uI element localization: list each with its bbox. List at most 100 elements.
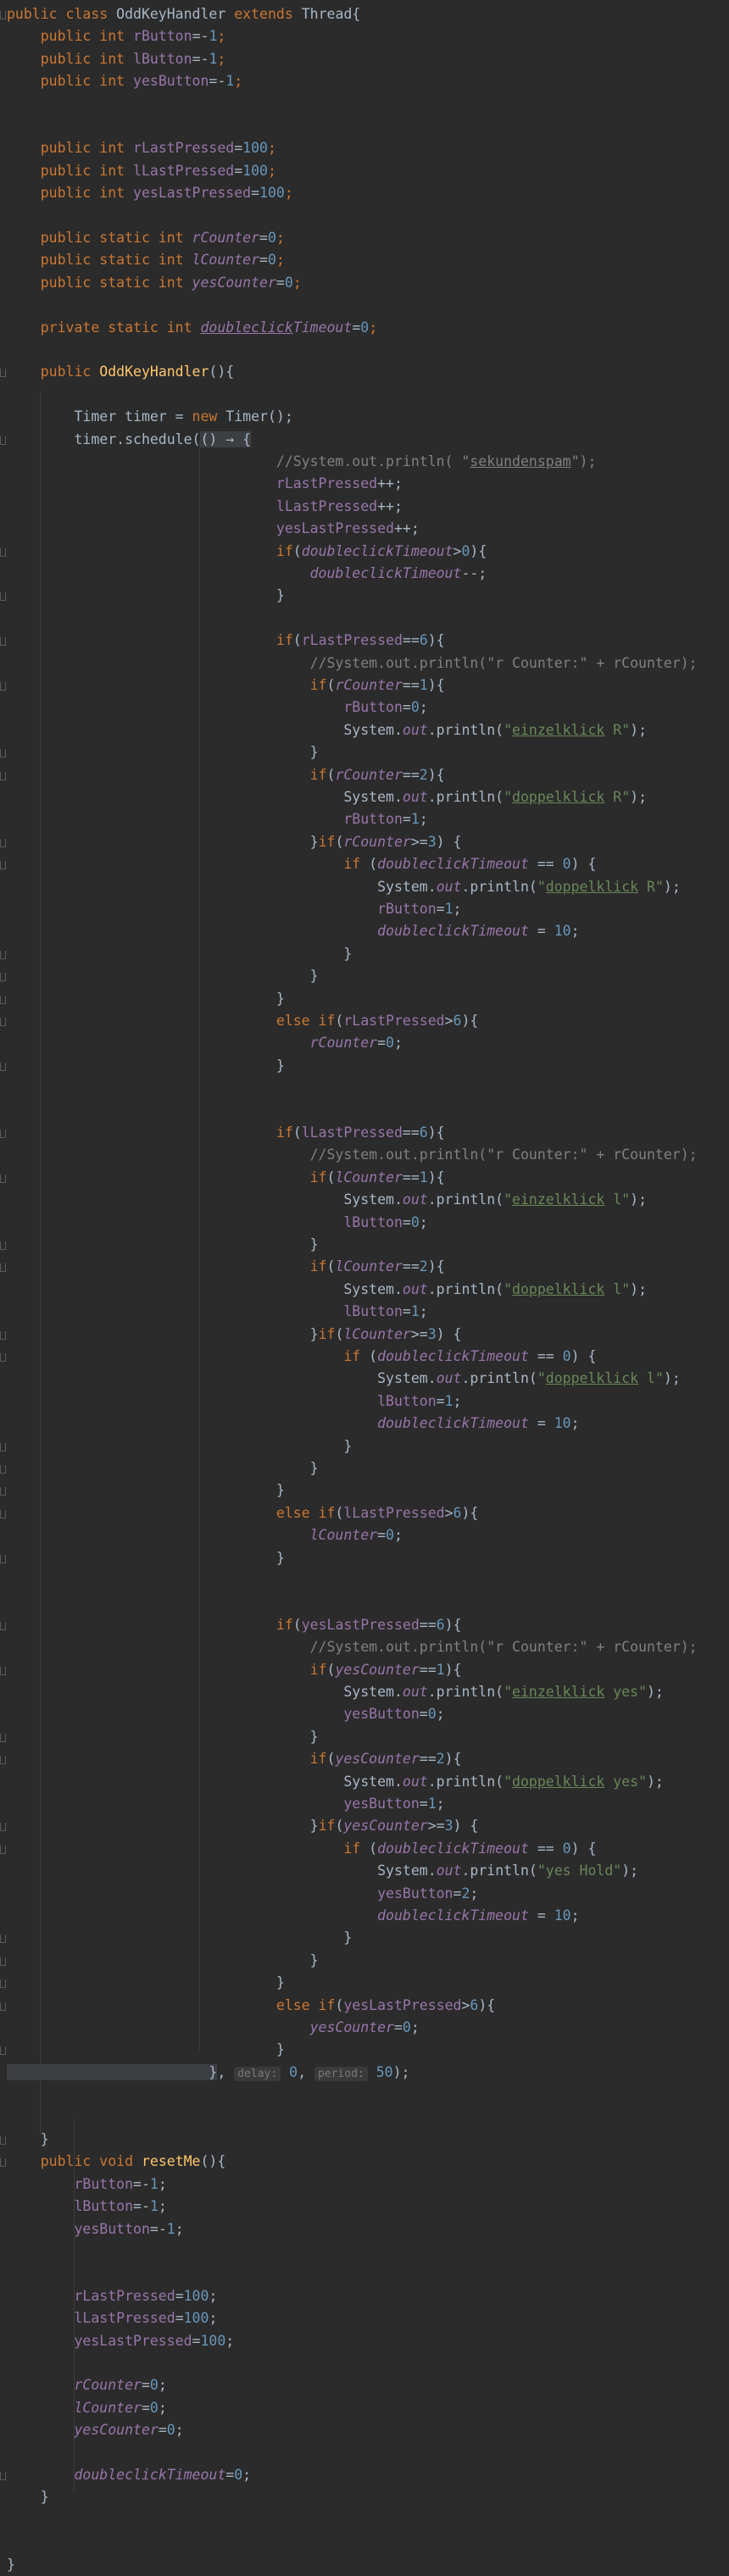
code-line[interactable]: } <box>7 1547 285 1569</box>
code-line[interactable]: lButton=1; <box>7 1391 461 1413</box>
fold-marker-icon[interactable] <box>0 861 6 870</box>
code-line[interactable]: if(rCounter==1){ <box>7 675 445 697</box>
fold-marker-icon[interactable] <box>0 1509 6 1518</box>
code-line[interactable]: } <box>7 943 352 965</box>
code-line[interactable]: public int rButton=-1; <box>7 25 226 47</box>
code-line[interactable]: lButton=1; <box>7 1301 427 1323</box>
code-line[interactable]: public int lLastPressed=100; <box>7 160 276 182</box>
code-line[interactable]: } <box>7 1234 319 1256</box>
fold-marker-icon[interactable] <box>0 369 6 378</box>
code-line[interactable]: Timer timer = new Timer(); <box>7 406 292 428</box>
code-line[interactable]: else if(lLastPressed>6){ <box>7 1502 478 1524</box>
code-line[interactable]: //System.out.println("r Counter:" + rCou… <box>7 1636 698 1658</box>
fold-marker-icon[interactable] <box>0 838 6 847</box>
code-line[interactable]: public static int rCounter=0; <box>7 227 285 249</box>
code-line[interactable]: }if(yesCounter>=3) { <box>7 1815 479 1837</box>
fold-marker-icon[interactable] <box>0 1823 6 1832</box>
code-line[interactable]: lLastPressed=100; <box>7 2307 217 2329</box>
code-line[interactable]: if (doubleclickTimeout == 0) { <box>7 1346 596 1368</box>
code-line[interactable]: } <box>7 1726 319 1748</box>
code-line[interactable]: rLastPressed++; <box>7 473 403 495</box>
code-line[interactable]: yesLastPressed=100; <box>7 2330 234 2352</box>
code-line[interactable]: timer.schedule(() → { <box>7 429 252 451</box>
fold-marker-icon[interactable] <box>0 1062 6 1071</box>
code-line[interactable]: yesCounter=0; <box>7 2419 183 2441</box>
code-line[interactable]: //System.out.println("r Counter:" + rCou… <box>7 652 698 675</box>
fold-marker-icon[interactable] <box>0 749 6 758</box>
code-line[interactable]: rCounter=0; <box>7 1032 403 1054</box>
code-line[interactable]: if(rLastPressed==6){ <box>7 630 445 652</box>
code-line[interactable]: } <box>7 2486 49 2508</box>
code-line[interactable]: yesButton=1; <box>7 1793 444 1815</box>
fold-marker-icon[interactable] <box>0 1353 6 1362</box>
code-line[interactable]: doubleclickTimeout = 10; <box>7 1905 579 1927</box>
code-line[interactable]: rCounter=0; <box>7 2374 166 2396</box>
code-line[interactable]: if(lCounter==1){ <box>7 1167 445 1189</box>
code-line[interactable]: public int yesButton=-1; <box>7 70 242 92</box>
code-line[interactable]: if(rCounter==2){ <box>7 764 445 786</box>
fold-marker-icon[interactable] <box>0 1263 6 1273</box>
fold-marker-icon[interactable] <box>0 547 6 557</box>
code-line[interactable]: lLastPressed++; <box>7 496 403 518</box>
code-line[interactable]: } <box>7 1950 319 1972</box>
code-line[interactable]: System.out.println("einzelklick yes"); <box>7 1681 664 1703</box>
code-line[interactable]: doubleclickTimeout--; <box>7 563 487 585</box>
code-line[interactable]: if(yesLastPressed==6){ <box>7 1614 462 1636</box>
code-line[interactable]: else if(rLastPressed>6){ <box>7 1010 478 1032</box>
code-line[interactable]: public OddKeyHandler(){ <box>7 361 235 383</box>
fold-marker-icon[interactable] <box>0 1756 6 1765</box>
code-line[interactable]: } <box>7 1435 352 1457</box>
code-line[interactable]: public int rLastPressed=100; <box>7 137 276 159</box>
code-line[interactable]: System.out.println("doppelklick yes"); <box>7 1771 664 1793</box>
code-line[interactable]: public static int yesCounter=0; <box>7 272 302 294</box>
code-line[interactable]: private static int doubleclickTimeout=0; <box>7 317 377 339</box>
code-line[interactable]: rButton=-1; <box>7 2174 166 2196</box>
fold-marker-icon[interactable] <box>0 1241 6 1250</box>
fold-marker-icon[interactable] <box>0 950 6 959</box>
code-line[interactable]: } <box>7 1480 285 1502</box>
fold-marker-icon[interactable] <box>0 1442 6 1452</box>
code-line[interactable]: rButton=0; <box>7 697 427 719</box>
fold-marker-icon[interactable] <box>0 2158 6 2168</box>
code-line[interactable]: lButton=0; <box>7 1212 427 1234</box>
fold-marker-icon[interactable] <box>0 771 6 780</box>
code-line[interactable]: } <box>7 1055 285 1077</box>
fold-marker-icon[interactable] <box>0 1935 6 1944</box>
code-line[interactable]: yesCounter=0; <box>7 2017 420 2039</box>
code-line[interactable]: }, delay: 0, period: 50); <box>7 2062 409 2084</box>
fold-marker-icon[interactable] <box>0 973 6 982</box>
code-line[interactable]: yesLastPressed++; <box>7 518 420 540</box>
fold-marker-icon[interactable] <box>0 1666 6 1675</box>
code-line[interactable]: lButton=-1; <box>7 2196 166 2218</box>
code-line[interactable]: System.out.println("doppelklick R"); <box>7 876 681 898</box>
code-line[interactable]: if(doubleclickTimeout>0){ <box>7 541 487 563</box>
fold-marker-icon[interactable] <box>0 1957 6 1966</box>
code-editor[interactable]: public class OddKeyHandler extends Threa… <box>0 0 729 2573</box>
code-line[interactable]: } <box>7 585 285 607</box>
fold-marker-icon[interactable] <box>0 1130 6 1138</box>
code-line[interactable]: public class OddKeyHandler extends Threa… <box>7 3 360 25</box>
fold-marker-icon[interactable] <box>0 2136 6 2145</box>
fold-marker-icon[interactable] <box>0 995 6 1004</box>
code-line[interactable]: }if(rCounter>=3) { <box>7 831 462 853</box>
fold-marker-icon[interactable] <box>0 592 6 602</box>
code-line[interactable]: if(yesCounter==1){ <box>7 1659 462 1681</box>
code-line[interactable]: yesButton=2; <box>7 1883 478 1905</box>
code-line[interactable]: //System.out.println( "sekundenspam"); <box>7 451 597 473</box>
code-line[interactable]: yesButton=-1; <box>7 2218 183 2240</box>
fold-marker-icon[interactable] <box>0 2001 6 2011</box>
code-line[interactable]: } <box>7 741 319 763</box>
fold-marker-icon[interactable] <box>0 436 6 445</box>
code-line[interactable]: System.out.println("yes Hold"); <box>7 1860 638 1882</box>
code-line[interactable]: System.out.println("doppelklick l"); <box>7 1368 681 1390</box>
fold-marker-icon[interactable] <box>0 1465 6 1474</box>
code-line[interactable]: rButton=1; <box>7 808 427 830</box>
code-line[interactable]: if (doubleclickTimeout == 0) { <box>7 853 596 875</box>
code-line[interactable]: } <box>7 2039 285 2061</box>
fold-marker-icon[interactable] <box>0 1330 6 1340</box>
code-line[interactable]: }if(lCounter>=3) { <box>7 1324 462 1346</box>
code-line[interactable]: if(lLastPressed==6){ <box>7 1122 445 1144</box>
code-line[interactable]: doubleclickTimeout = 10; <box>7 920 579 942</box>
code-line[interactable]: if(lCounter==2){ <box>7 1256 445 1278</box>
code-line[interactable]: } <box>7 2554 15 2576</box>
